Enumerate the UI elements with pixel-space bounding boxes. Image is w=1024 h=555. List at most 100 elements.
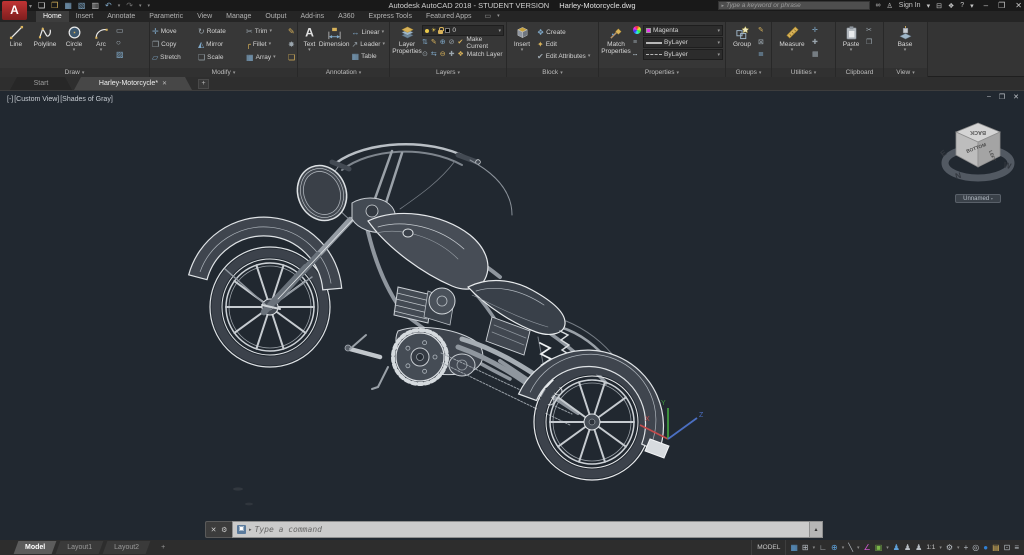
dimension-button[interactable]: Dimension (319, 23, 350, 48)
layout-tab-layout2[interactable]: Layout2 (103, 540, 150, 555)
edit-attributes-button[interactable]: ✔Edit Attributes▾ (537, 50, 590, 62)
layer-combo-dropdown[interactable]: ▾ (498, 28, 501, 34)
create-block-button[interactable]: ❖Create (537, 26, 590, 38)
tab-a360[interactable]: A360 (331, 11, 361, 22)
doc-restore-button[interactable]: ❐ (999, 93, 1005, 101)
layer-tool-icon[interactable]: ⊙ (422, 51, 428, 59)
mirror-button[interactable]: ◭Mirror (198, 38, 246, 51)
layer-unlock-icon[interactable] (438, 30, 443, 34)
tab-insert[interactable]: Insert (69, 11, 101, 22)
layer-properties-button[interactable]: Layer Properties (392, 23, 422, 55)
object-snap-dropdown[interactable]: ▾ (886, 545, 889, 551)
id-point-icon[interactable]: ✛ (812, 26, 819, 35)
polar-dropdown[interactable]: ▾ (842, 545, 845, 551)
panel-label-groups[interactable]: Groups▾ (726, 68, 771, 77)
quick-calc-icon[interactable]: ▦ (812, 50, 819, 59)
polyline-button[interactable]: Polyline (30, 23, 60, 48)
open-file-icon[interactable]: ❒ (51, 0, 58, 11)
point-icon[interactable]: ✚ (812, 38, 819, 47)
tab-home[interactable]: Home (36, 11, 69, 22)
text-button[interactable]: Text▾ (300, 23, 319, 53)
isometric-drafting-icon[interactable]: ╲ (848, 540, 853, 555)
panel-label-block[interactable]: Block▾ (507, 68, 598, 77)
new-layout-button[interactable]: + (150, 540, 176, 555)
ribbon-toggle-dropdown[interactable]: ▾ (497, 11, 500, 22)
polar-tracking-icon[interactable]: ⊕ (831, 540, 838, 555)
layer-tool-icon[interactable]: ⊖ (440, 51, 446, 59)
sign-in-label[interactable]: Sign In (899, 2, 921, 9)
layer-thaw-sun-icon[interactable]: ☀ (431, 28, 436, 34)
copy-clip-icon[interactable]: ❐ (866, 38, 872, 47)
motorcycle-wireframe[interactable]: X Y Z (0, 91, 1024, 541)
exchange-apps-icon[interactable]: ❖ (948, 2, 954, 10)
doc-close-button[interactable]: ✕ (1013, 93, 1019, 101)
ribbon-toggle-icon[interactable]: ▭ (485, 11, 492, 22)
named-view-button[interactable]: Unnamed ▾ (955, 194, 1001, 203)
redo-icon[interactable]: ↷ (126, 0, 133, 11)
annotation-scale-dropdown[interactable]: ▾ (939, 545, 942, 551)
panel-label-view[interactable]: View▾ (884, 68, 927, 77)
object-snap-tracking-icon[interactable]: ∠ (864, 540, 871, 555)
isometric-dropdown[interactable]: ▾ (857, 545, 860, 551)
viewport-menu-control[interactable]: [-] (7, 96, 13, 103)
layer-select-combo[interactable]: ☀ 0 ▾ (422, 25, 504, 36)
model-space-indicator[interactable]: MODEL (751, 540, 786, 555)
paste-button[interactable]: Paste▾ (838, 23, 864, 53)
lineweight-combo[interactable]: ByLayer▾ (643, 37, 723, 48)
annotation-scale-value[interactable]: 1:1 (926, 544, 935, 551)
explode-button[interactable]: ✸ (288, 38, 298, 51)
rotate-button[interactable]: ↻Rotate (198, 25, 246, 38)
hardware-acceleration-icon[interactable]: ▤ (992, 540, 1000, 555)
graphics-performance-icon[interactable]: ● (983, 540, 988, 555)
edit-block-button[interactable]: ✦Edit (537, 38, 590, 50)
panel-label-draw[interactable]: Draw▾ (0, 68, 149, 77)
annotation-scale-icon[interactable]: ♟ (915, 540, 922, 555)
command-customize-wrench-icon[interactable]: ⚙ (221, 526, 227, 534)
layout-tab-layout1[interactable]: Layout1 (56, 540, 103, 555)
snap-dropdown[interactable]: ▾ (813, 545, 816, 551)
offset-button[interactable]: ❏ (288, 51, 298, 64)
tab-output[interactable]: Output (258, 11, 293, 22)
isolate-objects-icon[interactable]: ◎ (972, 540, 979, 555)
line-button[interactable]: Line (2, 23, 30, 48)
tab-addins[interactable]: Add-ins (293, 11, 331, 22)
match-properties-button[interactable]: Match Properties (601, 23, 631, 55)
group-edit-icon[interactable]: ✎ (758, 26, 764, 35)
help-dropdown[interactable]: ▾ (970, 2, 974, 10)
fillet-button[interactable]: ╭Fillet▾ (246, 38, 288, 51)
panel-label-properties[interactable]: Properties▾ (599, 68, 725, 77)
command-close-icon[interactable]: ✕ (211, 526, 217, 534)
match-layer-button[interactable]: Match Layer (467, 51, 503, 58)
stretch-button[interactable]: ▱Stretch (152, 51, 198, 64)
arc-button[interactable]: Arc▾ (88, 23, 114, 53)
panel-label-modify[interactable]: Modify▾ (150, 68, 297, 77)
measure-button[interactable]: Measure▾ (774, 23, 810, 53)
plot-icon[interactable]: ▥ (91, 0, 99, 11)
erase-button[interactable]: ✎ (288, 25, 298, 38)
customization-menu-icon[interactable]: ≡ (1014, 540, 1019, 555)
visual-style-control[interactable]: [Shades of Gray] (60, 96, 113, 103)
move-button[interactable]: ✛Move (152, 25, 198, 38)
application-menu-button[interactable]: A (2, 1, 27, 20)
help-icon[interactable]: ? (960, 2, 964, 9)
insert-block-button[interactable]: Insert▾ (509, 23, 535, 53)
tab-annotate[interactable]: Annotate (100, 11, 142, 22)
file-tab-close-icon[interactable]: ✕ (162, 81, 167, 87)
tab-featured-apps[interactable]: Featured Apps (419, 11, 479, 22)
layer-color-swatch[interactable] (445, 28, 450, 33)
drawing-canvas[interactable]: [-] [Custom View] [Shades of Gray] – ❐ ✕ (0, 90, 1024, 540)
ellipse-icon[interactable]: ○ (116, 38, 124, 47)
lineweight-icon[interactable]: ≡ (633, 38, 641, 47)
minimize-button[interactable]: – (984, 1, 988, 10)
ortho-mode-icon[interactable]: ∟ (819, 540, 827, 555)
circle-button[interactable]: Circle▾ (60, 23, 88, 53)
viewcube-back-label[interactable]: BACK (970, 129, 986, 135)
layer-tool-icon[interactable]: ⇅ (422, 39, 428, 47)
command-input[interactable] (255, 525, 805, 534)
search-binoculars-icon[interactable]: ∞ (876, 2, 881, 9)
undo-dropdown[interactable]: ▾ (118, 3, 121, 9)
workspace-gear-icon[interactable]: ⚙ (946, 540, 953, 555)
leader-button[interactable]: ↗Leader▾ (352, 38, 385, 50)
color-wheel-icon[interactable] (633, 26, 641, 34)
annotation-autoscale-icon[interactable]: ♟ (904, 540, 911, 555)
